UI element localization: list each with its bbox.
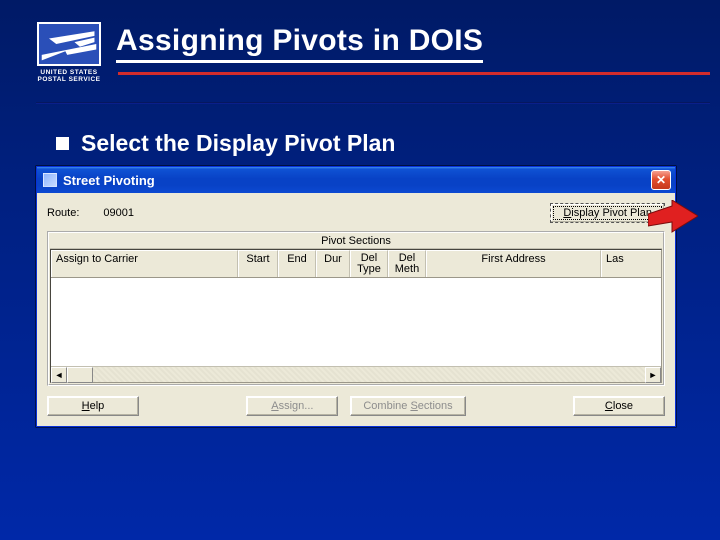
usps-logo: UNITED STATESPOSTAL SERVICE <box>36 22 102 92</box>
scroll-thumb[interactable] <box>67 367 93 383</box>
logo-text: UNITED STATESPOSTAL SERVICE <box>38 69 101 83</box>
display-pivot-plan-button[interactable]: Display Pivot Plan <box>550 203 665 223</box>
horizontal-scrollbar[interactable]: ◄ ► <box>51 366 661 382</box>
close-button[interactable]: Close <box>573 396 665 416</box>
scroll-right-button[interactable]: ► <box>645 367 661 383</box>
grid-body-empty <box>51 278 661 366</box>
window-close-button[interactable]: ✕ <box>651 170 671 190</box>
col-del-meth[interactable]: DelMeth <box>388 250 426 277</box>
section-title: Pivot Sections <box>50 234 662 249</box>
chevron-left-icon: ◄ <box>55 370 64 380</box>
bullet-text: Select the Display Pivot Plan <box>81 130 395 157</box>
app-icon <box>43 173 57 187</box>
help-button[interactable]: Help <box>47 396 139 416</box>
col-first-address[interactable]: First Address <box>426 250 601 277</box>
col-assign[interactable]: Assign to Carrier <box>51 250 238 277</box>
bullet-square-icon <box>56 137 69 150</box>
slide-title: Assigning Pivots in DOIS <box>116 24 483 63</box>
pivot-grid: Assign to Carrier Start End Dur DelType … <box>50 249 662 383</box>
col-dur[interactable]: Dur <box>316 250 350 277</box>
bullet-item: Select the Display Pivot Plan <box>56 130 395 157</box>
close-icon: ✕ <box>656 174 666 186</box>
assign-button: Assign... <box>246 396 338 416</box>
scroll-left-button[interactable]: ◄ <box>51 367 67 383</box>
scroll-track[interactable] <box>93 367 645 382</box>
col-start[interactable]: Start <box>238 250 278 277</box>
col-del-type[interactable]: DelType <box>350 250 388 277</box>
chevron-right-icon: ► <box>649 370 658 380</box>
combine-sections-button: Combine Sections <box>350 396 465 416</box>
pivot-sections-frame: Pivot Sections Assign to Carrier Start E… <box>47 231 665 386</box>
blue-divider <box>36 102 710 104</box>
eagle-icon <box>37 22 101 66</box>
route-label: Route: <box>47 207 79 219</box>
grid-header: Assign to Carrier Start End Dur DelType … <box>51 250 661 278</box>
route-value: 09001 <box>103 207 134 219</box>
col-end[interactable]: End <box>278 250 316 277</box>
titlebar[interactable]: Street Pivoting ✕ <box>37 167 675 193</box>
window-title: Street Pivoting <box>63 173 155 188</box>
col-last[interactable]: Las <box>601 250 661 277</box>
red-divider <box>118 72 710 75</box>
street-pivoting-window: Street Pivoting ✕ Route: 09001 Display P… <box>36 166 676 427</box>
